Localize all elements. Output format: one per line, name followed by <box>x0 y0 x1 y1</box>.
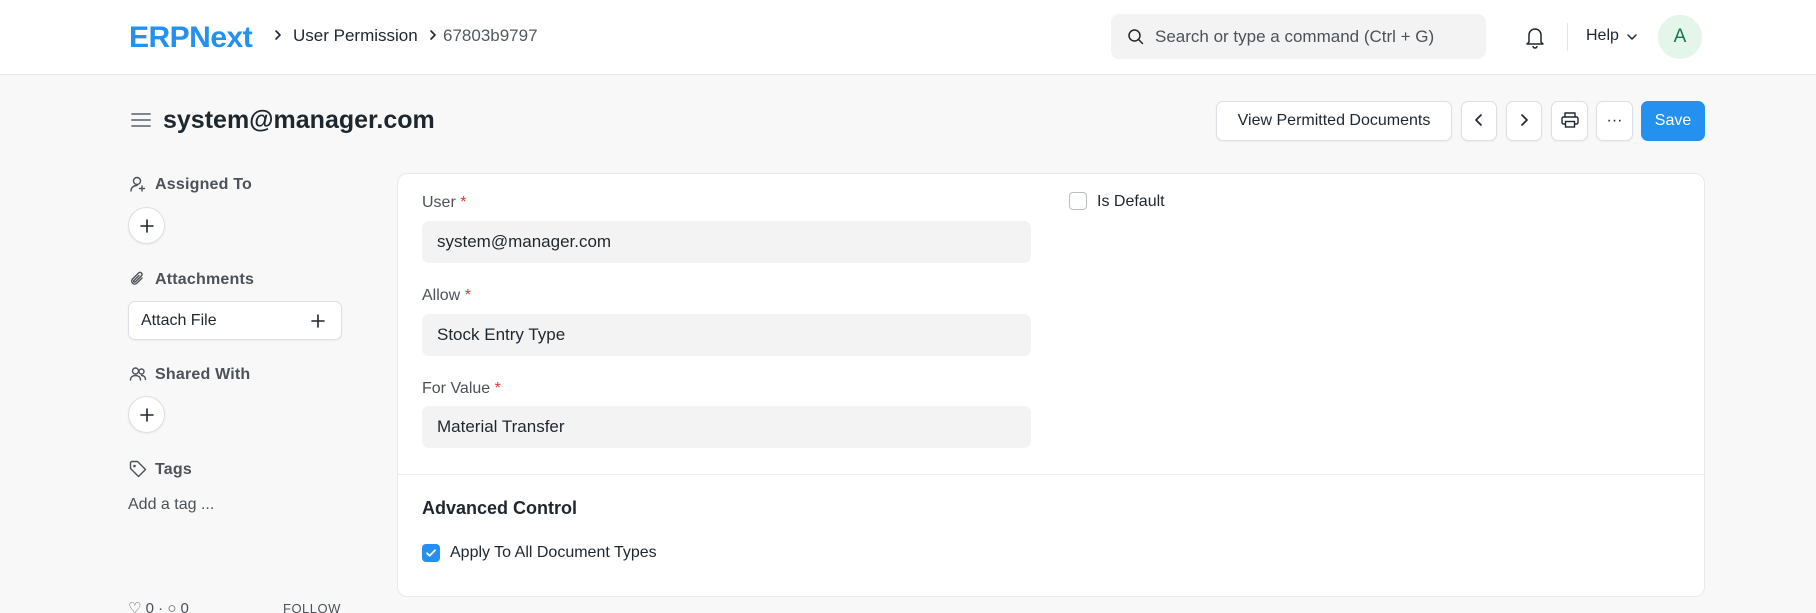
help-label: Help <box>1586 27 1619 44</box>
comments-count: 0 <box>180 600 189 613</box>
plus-icon <box>311 314 325 328</box>
search-icon <box>1128 29 1144 45</box>
for-value-label-text: For Value <box>422 380 491 397</box>
next-document-button[interactable] <box>1506 101 1542 141</box>
save-button[interactable]: Save <box>1641 101 1705 141</box>
more-actions-button[interactable]: ··· <box>1596 101 1633 141</box>
chevron-right-icon <box>275 30 281 40</box>
required-indicator: * <box>460 194 467 211</box>
breadcrumb-user-permission[interactable]: User Permission <box>293 26 418 46</box>
print-button[interactable] <box>1551 101 1588 141</box>
apply-to-all-checkbox[interactable] <box>422 544 440 562</box>
comment-icon: ○ <box>167 600 177 613</box>
search-placeholder: Search or type a command (Ctrl + G) <box>1155 27 1435 46</box>
form-card: User * system@manager.com Allow * Stock … <box>397 173 1705 597</box>
tags-label: Tags <box>155 461 192 478</box>
user-avatar[interactable]: A <box>1658 15 1702 59</box>
add-assignment-button[interactable] <box>128 207 165 244</box>
chevron-right-icon <box>430 30 436 40</box>
allow-field-label: Allow * <box>422 286 471 306</box>
add-share-button[interactable] <box>128 396 165 433</box>
for-value-field[interactable]: Material Transfer <box>422 406 1031 448</box>
notification-bell-icon[interactable] <box>1524 25 1546 49</box>
previous-document-button[interactable] <box>1461 101 1497 141</box>
assigned-user-icon <box>130 176 146 192</box>
advanced-control-heading: Advanced Control <box>422 498 578 518</box>
follow-button[interactable]: FOLLOW <box>283 602 341 613</box>
search-input[interactable]: Search or type a command (Ctrl + G) <box>1111 14 1486 59</box>
section-divider <box>398 474 1704 475</box>
erpnext-logo[interactable]: ERPNext <box>129 21 253 55</box>
plus-icon <box>140 408 154 422</box>
chevron-right-icon <box>1521 113 1528 126</box>
for-value-field-label: For Value * <box>422 379 501 399</box>
nav-divider <box>1567 23 1568 51</box>
shared-with-label: Shared With <box>155 366 251 383</box>
user-label-text: User <box>422 194 456 211</box>
is-default-checkbox[interactable] <box>1069 192 1087 210</box>
heart-icon[interactable]: ♡ <box>128 600 141 613</box>
plus-icon <box>140 219 154 233</box>
sidebar-toggle-icon[interactable] <box>131 112 151 128</box>
attachments-label: Attachments <box>155 271 255 288</box>
paperclip-icon <box>131 271 143 285</box>
shared-users-icon <box>129 367 147 381</box>
tag-icon <box>129 460 147 478</box>
user-field[interactable]: system@manager.com <box>422 221 1031 263</box>
attach-file-label: Attach File <box>141 312 217 329</box>
breadcrumb-document-id[interactable]: 67803b9797 <box>443 26 538 46</box>
allow-label-text: Allow <box>422 287 461 304</box>
view-permitted-documents-button[interactable]: View Permitted Documents <box>1216 101 1452 141</box>
required-indicator: * <box>494 380 501 397</box>
add-tag-link[interactable]: Add a tag ... <box>128 495 214 515</box>
apply-to-all-label: Apply To All Document Types <box>450 544 657 561</box>
chevron-left-icon <box>1475 113 1482 126</box>
page-title: system@manager.com <box>163 106 435 134</box>
required-indicator: * <box>464 287 471 304</box>
assigned-to-label: Assigned To <box>155 176 253 193</box>
attach-file-button[interactable]: Attach File <box>128 301 342 340</box>
user-field-label: User * <box>422 193 466 213</box>
checkmark-icon <box>426 549 436 557</box>
likes-count: 0 <box>145 600 154 613</box>
is-default-label: Is Default <box>1097 193 1165 210</box>
navbar: ERPNext User Permission 67803b9797 Searc… <box>0 0 1816 75</box>
allow-field[interactable]: Stock Entry Type <box>422 314 1031 356</box>
likes-comments-row: ♡ 0 · ○ 0 <box>128 601 189 613</box>
separator-dot: · <box>158 600 164 613</box>
help-dropdown[interactable]: Help <box>1586 26 1637 46</box>
printer-icon <box>1560 112 1579 128</box>
chevron-down-icon <box>1627 34 1637 40</box>
